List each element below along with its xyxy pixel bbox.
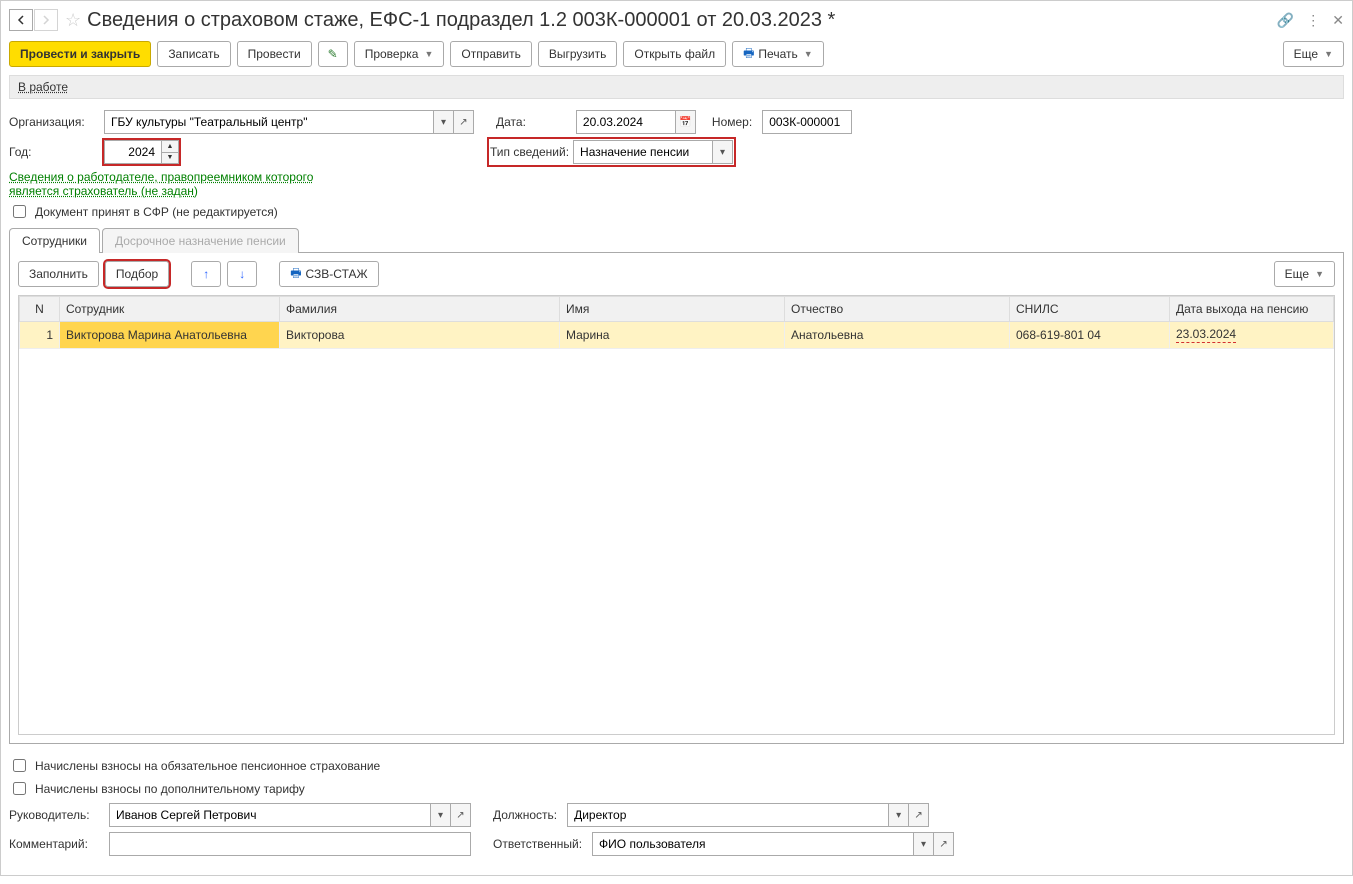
head-dropdown-button[interactable]: ▾ xyxy=(431,803,451,827)
year-down-button[interactable]: ▼ xyxy=(162,152,178,164)
move-up-button[interactable]: ↑ xyxy=(191,261,221,287)
organization-input[interactable] xyxy=(104,110,434,134)
post-button[interactable]: Провести xyxy=(237,41,312,67)
responsible-label: Ответственный: xyxy=(493,837,582,851)
cell-n: 1 xyxy=(20,322,60,349)
cell-pension-date: 23.03.2024 xyxy=(1170,322,1334,349)
col-patronymic[interactable]: Отчество xyxy=(785,297,1010,322)
mandatory-contrib-label: Начислены взносы на обязательное пенсион… xyxy=(35,759,380,773)
col-firstname[interactable]: Имя xyxy=(560,297,785,322)
col-employee[interactable]: Сотрудник xyxy=(60,297,280,322)
unload-button[interactable]: Выгрузить xyxy=(538,41,618,67)
send-button[interactable]: Отправить xyxy=(450,41,532,67)
comment-label: Комментарий: xyxy=(9,837,99,851)
cell-patronymic: Анатольевна xyxy=(785,322,1010,349)
select-button[interactable]: Подбор xyxy=(105,261,169,287)
print-dropdown-button[interactable]: 🖶Печать▼ xyxy=(732,41,824,67)
additional-tariff-label: Начислены взносы по дополнительному тари… xyxy=(35,782,305,796)
date-input[interactable] xyxy=(576,110,676,134)
cell-lastname: Викторова xyxy=(280,322,560,349)
responsible-open-button[interactable]: ↗ xyxy=(934,832,954,856)
kebab-menu-icon[interactable]: ⋮ xyxy=(1306,12,1320,29)
head-input[interactable] xyxy=(109,803,431,827)
year-input[interactable] xyxy=(104,140,162,164)
fill-button[interactable]: Заполнить xyxy=(18,261,99,287)
move-down-button[interactable]: ↓ xyxy=(227,261,257,287)
organization-label: Организация: xyxy=(9,115,94,129)
nav-forward-button[interactable] xyxy=(34,9,58,31)
col-lastname[interactable]: Фамилия xyxy=(280,297,560,322)
year-label: Год: xyxy=(9,145,94,159)
page-title: Сведения о страховом стаже, ЕФС-1 подраз… xyxy=(87,9,1277,32)
table-row[interactable]: 1 Викторова Марина Анатольевна Викторова… xyxy=(20,322,1334,349)
comment-input[interactable] xyxy=(109,832,471,856)
post-and-close-button[interactable]: Провести и закрыть xyxy=(9,41,151,67)
more-dropdown-button[interactable]: Еще▼ xyxy=(1283,41,1344,67)
accepted-sfr-checkbox[interactable] xyxy=(13,205,26,218)
open-file-button[interactable]: Открыть файл xyxy=(623,41,726,67)
mandatory-contrib-checkbox[interactable] xyxy=(13,759,26,772)
favorite-star-icon[interactable]: ☆ xyxy=(65,10,81,31)
accepted-sfr-label: Документ принят в СФР (не редактируется) xyxy=(35,205,278,219)
date-picker-button[interactable]: 📅 xyxy=(676,110,696,134)
cell-employee: Викторова Марина Анатольевна xyxy=(60,322,280,349)
save-button[interactable]: Записать xyxy=(157,41,230,67)
organization-dropdown-button[interactable]: ▾ xyxy=(434,110,454,134)
head-open-button[interactable]: ↗ xyxy=(451,803,471,827)
position-dropdown-button[interactable]: ▾ xyxy=(889,803,909,827)
col-snils[interactable]: СНИЛС xyxy=(1010,297,1170,322)
cell-firstname: Марина xyxy=(560,322,785,349)
number-input[interactable] xyxy=(762,110,852,134)
col-n[interactable]: N xyxy=(20,297,60,322)
table-header-row: N Сотрудник Фамилия Имя Отчество СНИЛС Д… xyxy=(20,297,1334,322)
infotype-input[interactable] xyxy=(573,140,713,164)
additional-tariff-checkbox[interactable] xyxy=(13,782,26,795)
nav-back-button[interactable] xyxy=(9,9,33,31)
infotype-dropdown-button[interactable]: ▾ xyxy=(713,140,733,164)
infotype-label: Тип сведений: xyxy=(490,145,569,159)
head-label: Руководитель: xyxy=(9,808,99,822)
position-open-button[interactable]: ↗ xyxy=(909,803,929,827)
edit-button[interactable]: ✎ xyxy=(318,41,348,67)
position-label: Должность: xyxy=(493,808,557,822)
year-field-highlight: ▲ ▼ xyxy=(104,140,179,164)
szv-stazh-button[interactable]: 🖶СЗВ-СТАЖ xyxy=(279,261,378,287)
printer-icon: 🖶 xyxy=(290,264,301,285)
link-icon[interactable]: 🔗 xyxy=(1277,12,1294,29)
date-label: Дата: xyxy=(496,115,526,129)
status-in-work-link[interactable]: В работе xyxy=(18,80,68,94)
number-label: Номер: xyxy=(712,115,752,129)
close-icon[interactable]: ✕ xyxy=(1332,12,1344,29)
predecessor-link[interactable]: Сведения о работодателе, правопреемником… xyxy=(9,170,313,198)
printer-icon: 🖶 xyxy=(743,44,754,65)
year-up-button[interactable]: ▲ xyxy=(162,141,178,152)
organization-open-button[interactable]: ↗ xyxy=(454,110,474,134)
position-input[interactable] xyxy=(567,803,889,827)
tab-employees[interactable]: Сотрудники xyxy=(9,228,100,253)
responsible-input[interactable] xyxy=(592,832,914,856)
responsible-dropdown-button[interactable]: ▾ xyxy=(914,832,934,856)
panel-more-dropdown-button[interactable]: Еще▼ xyxy=(1274,261,1335,287)
col-pension-date[interactable]: Дата выхода на пенсию xyxy=(1170,297,1334,322)
tab-early-pension[interactable]: Досрочное назначение пенсии xyxy=(102,228,299,253)
check-dropdown-button[interactable]: Проверка▼ xyxy=(354,41,445,67)
cell-snils: 068-619-801 04 xyxy=(1010,322,1170,349)
